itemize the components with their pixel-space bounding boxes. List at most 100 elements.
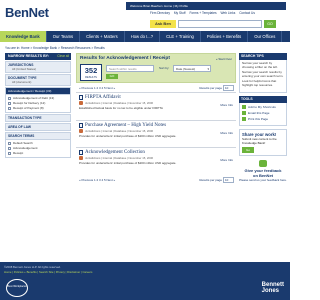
checkbox[interactable]: [8, 101, 11, 105]
result-description: Provides for underwriters' initial purch…: [79, 161, 177, 166]
narrow-results-sidebar: NARROW RESULTS BY: Clear all JURISDICTIO…: [5, 53, 71, 158]
ask-search-bar: Ask Ben GO: [150, 20, 290, 29]
pagination-links[interactable]: « Previous 1 2 3 4 5 Next »: [79, 86, 115, 90]
result-item: Acknowledgement Collection Jurisdictions…: [76, 147, 236, 169]
tab-our-teams[interactable]: Our Teams: [47, 31, 81, 42]
checkbox[interactable]: [8, 151, 11, 155]
clear-all-link[interactable]: Clear all: [57, 53, 69, 60]
sort-select[interactable]: Date (Newest) ▾: [173, 65, 211, 72]
search-tip: Narrow your search results by entering y…: [242, 70, 284, 78]
search-go-button[interactable]: GO: [264, 20, 276, 28]
facet-option[interactable]: Acknowledgement of Debt (13): [8, 96, 68, 100]
result-description: Provides for underwriters' initial purch…: [79, 133, 177, 138]
checkbox[interactable]: [8, 146, 11, 150]
search-tip: Narrow your search by choosing a filter …: [242, 61, 278, 69]
checkbox[interactable]: [8, 106, 11, 110]
pagination-bottom: « Previous 1 2 3 4 5 Next » Results per …: [76, 176, 236, 184]
facet-jurisdictions[interactable]: JURISDICTIONS All (United States): [5, 61, 71, 73]
result-item: FIRPTA Affidavit Jurisdictions | Interna…: [76, 92, 236, 114]
checkbox[interactable]: [8, 141, 11, 145]
results-count: 352: [84, 66, 98, 75]
right-sidebar: SEARCH TIPS Narrow your search by choosi…: [239, 53, 287, 182]
facet-option[interactable]: Receipt for Delivery (12): [8, 101, 68, 105]
facet-option[interactable]: Receipt of Payment (8): [8, 106, 68, 110]
footer-links[interactable]: Home | Policies + Benefits | Search Site…: [4, 270, 92, 274]
result-title[interactable]: FIRPTA Affidavit: [79, 95, 233, 100]
main-nav: Knowledge Bank Our Teams Clients + Matte…: [0, 31, 290, 42]
search-term[interactable]: Receipt: [8, 151, 68, 155]
result-meta: Jurisdictions | Internal | Database | No…: [79, 101, 233, 105]
result-title[interactable]: Purchase Agreement – High Yield Notes: [79, 122, 233, 128]
document-icon: [79, 150, 83, 156]
print-icon: [242, 116, 246, 121]
tab-policies-benefits[interactable]: Policies + Benefits: [201, 31, 249, 42]
results-title: Results for Acknowledgement / Receipt: [80, 56, 170, 61]
tab-clients-matters[interactable]: Clients + Matters: [80, 31, 125, 42]
per-page-select[interactable]: 10: [223, 85, 234, 91]
facet-suboptions: Acknowledgement of Debt (13) Receipt for…: [5, 95, 71, 113]
facet-selected-acknowledgement[interactable]: Acknowledgement / Receipt (33): [5, 87, 71, 95]
results-count-box: 352 RESULTS: [80, 64, 102, 81]
tool-email-page[interactable]: Email this Page: [242, 110, 284, 115]
more-info-link[interactable]: More Info: [220, 131, 233, 135]
document-icon: [79, 122, 83, 128]
search-within-input[interactable]: Search within results: [106, 65, 154, 72]
search-within-go-button[interactable]: GO: [106, 74, 118, 79]
ask-ben-button[interactable]: Ask Ben: [150, 20, 176, 28]
welcome-bar: Welcome Brian Baerbel • Home | My Profil…: [126, 2, 286, 10]
top-link-contact[interactable]: Contact Us: [239, 11, 255, 15]
logo[interactable]: BenNet: [5, 5, 49, 20]
pdf-icon: [79, 128, 83, 133]
facet-search-terms[interactable]: SEARCH TERMS: [5, 132, 71, 140]
top-link-forms[interactable]: Forms + Templates: [189, 11, 216, 15]
search-terms-list: Default Search Acknowledgement Receipt: [5, 140, 71, 158]
search-input[interactable]: [178, 20, 262, 28]
top-link-firm-directory[interactable]: Firm Directory: [150, 11, 170, 15]
facet-transaction-type[interactable]: TRANSACTION TYPE: [5, 114, 71, 122]
speech-bubble-icon: [259, 159, 267, 167]
per-page-select[interactable]: 10: [223, 176, 234, 183]
per-page-label: Results per page: [199, 177, 222, 182]
sort-label: Sort by:: [159, 66, 170, 70]
more-info-link[interactable]: More Info: [220, 103, 233, 107]
facet-document-type[interactable]: DOCUMENT TYPE All (document): [5, 74, 71, 86]
footer-copyright: ©2008 Bennett Jones LLP. All rights rese…: [4, 265, 61, 269]
start-over-link[interactable]: « Start Over: [216, 57, 232, 61]
bennett-jones-logo: Bennett Jones: [261, 282, 284, 294]
result-meta: Jurisdictions | Internal | Database | No…: [79, 128, 233, 133]
per-page-label: Results per page: [199, 86, 222, 90]
tab-how-do-i[interactable]: How do I...?: [125, 31, 161, 42]
tool-add-shortcut[interactable]: Add to My Shortcuts: [242, 104, 284, 109]
checkbox[interactable]: [8, 96, 11, 100]
header: BenNet Welcome Brian Baerbel • Home | My…: [0, 0, 290, 30]
search-term[interactable]: Default Search: [8, 141, 68, 145]
tool-print-page[interactable]: Print this Page: [242, 116, 284, 121]
top-link-my-stuff[interactable]: My Stuff: [174, 11, 186, 15]
best-workplaces-badge: Best Workplaces: [6, 279, 28, 297]
top-links: Firm Directory My Stuff Forms + Template…: [150, 11, 258, 15]
share-text: Submit new content to the Knowledge Bank…: [242, 136, 277, 145]
search-tip: Look for helpful icons that highlight to…: [242, 79, 277, 87]
footer: ©2008 Bennett Jones LLP. All rights rese…: [0, 262, 290, 300]
search-tips-header: SEARCH TIPS: [239, 53, 287, 60]
tab-cle-training[interactable]: CLE + Training: [160, 31, 201, 42]
result-meta: Jurisdictions | Internal | Database | No…: [79, 156, 233, 161]
plus-icon: [242, 104, 246, 109]
facet-area-of-law[interactable]: AREA OF LAW: [5, 123, 71, 131]
chevron-down-icon: ▾: [207, 67, 209, 71]
search-term[interactable]: Acknowledgement: [8, 146, 68, 150]
breadcrumb[interactable]: You are in: Home > Knowledge Bank > Rese…: [5, 46, 105, 50]
result-title[interactable]: Acknowledgement Collection: [79, 150, 233, 156]
share-go-button[interactable]: Go: [242, 146, 255, 153]
top-link-web-links[interactable]: Web Links: [220, 11, 235, 15]
search-tips-body: Narrow your search by choosing a filter …: [239, 60, 287, 93]
tab-knowledge-bank[interactable]: Knowledge Bank: [0, 31, 47, 42]
document-icon: [79, 95, 83, 100]
tools-header: TOOLS: [239, 95, 287, 103]
feedback-box[interactable]: Give your feedback on BenNet Please send…: [239, 159, 287, 182]
tab-our-offices[interactable]: Our Offices: [248, 31, 283, 42]
pagination-links[interactable]: « Previous 1 2 3 4 5 Next »: [79, 178, 115, 182]
more-info-link[interactable]: More Info: [220, 158, 233, 162]
tools-body: Add to My Shortcuts Email this Page Prin…: [239, 102, 287, 126]
results-count-label: RESULTS: [85, 76, 97, 79]
